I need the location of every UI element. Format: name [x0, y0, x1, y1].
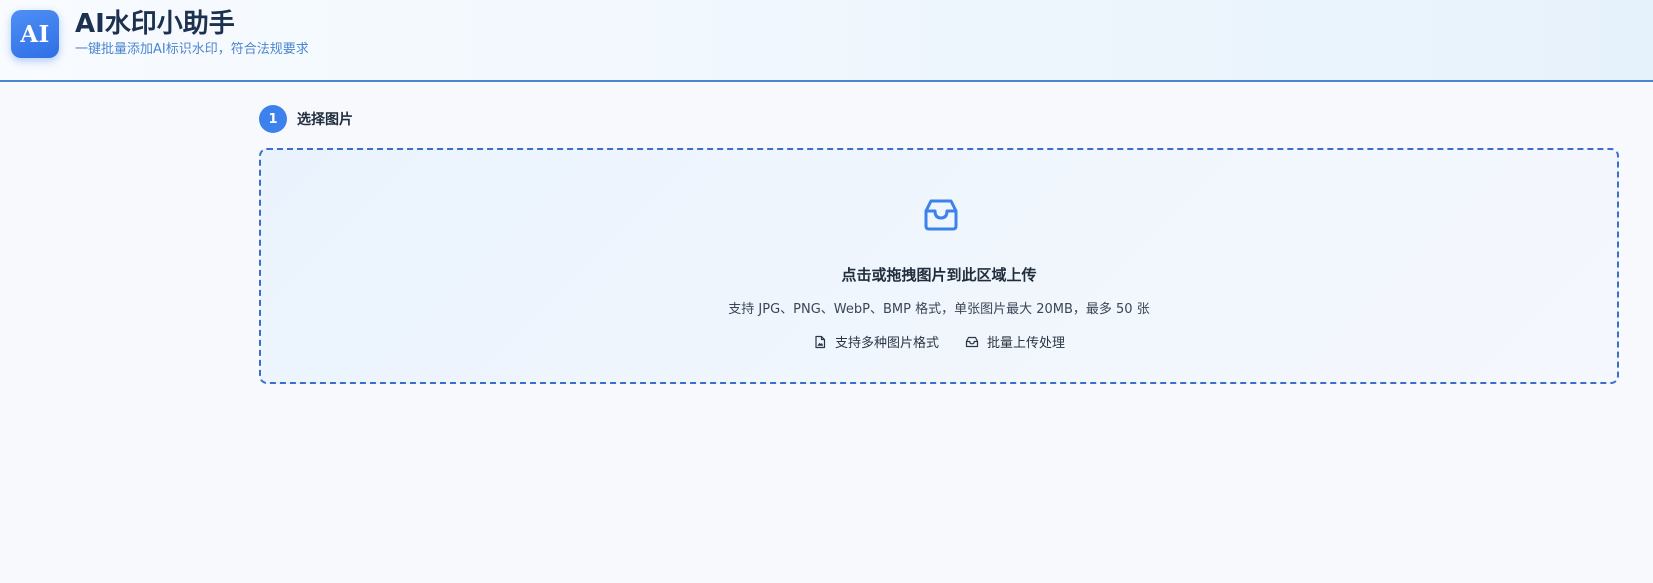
app-subtitle: 一键批量添加AI标识水印，符合法规要求 — [75, 42, 309, 57]
inbox-icon — [965, 336, 979, 347]
app-header: AI AI水印小助手 一键批量添加AI标识水印，符合法规要求 — [0, 0, 1653, 82]
step-title: 选择图片 — [297, 112, 353, 128]
upload-format-hint: 支持 JPG、PNG、WebP、BMP 格式，单张图片最大 20MB，最多 50… — [728, 302, 1150, 317]
step-header: 1 选择图片 — [259, 105, 353, 133]
logo-text: AI — [20, 20, 50, 48]
feature-label: 批量上传处理 — [987, 336, 1066, 351]
feature-multi-format: 支持多种图片格式 — [813, 332, 939, 351]
file-image-icon — [815, 335, 826, 348]
feature-label: 支持多种图片格式 — [834, 336, 939, 351]
feature-batch-upload: 批量上传处理 — [965, 332, 1065, 351]
app-title: AI水印小助手 — [75, 9, 235, 39]
upload-instruction: 点击或拖拽图片到此区域上传 — [841, 266, 1037, 284]
inbox-icon — [924, 199, 958, 231]
step-number-badge: 1 — [259, 105, 287, 133]
upload-features: 支持多种图片格式 批量上传处理 — [261, 332, 1617, 351]
upload-dropzone[interactable]: 点击或拖拽图片到此区域上传 支持 JPG、PNG、WebP、BMP 格式，单张图… — [259, 148, 1619, 384]
app-logo: AI — [11, 10, 59, 58]
